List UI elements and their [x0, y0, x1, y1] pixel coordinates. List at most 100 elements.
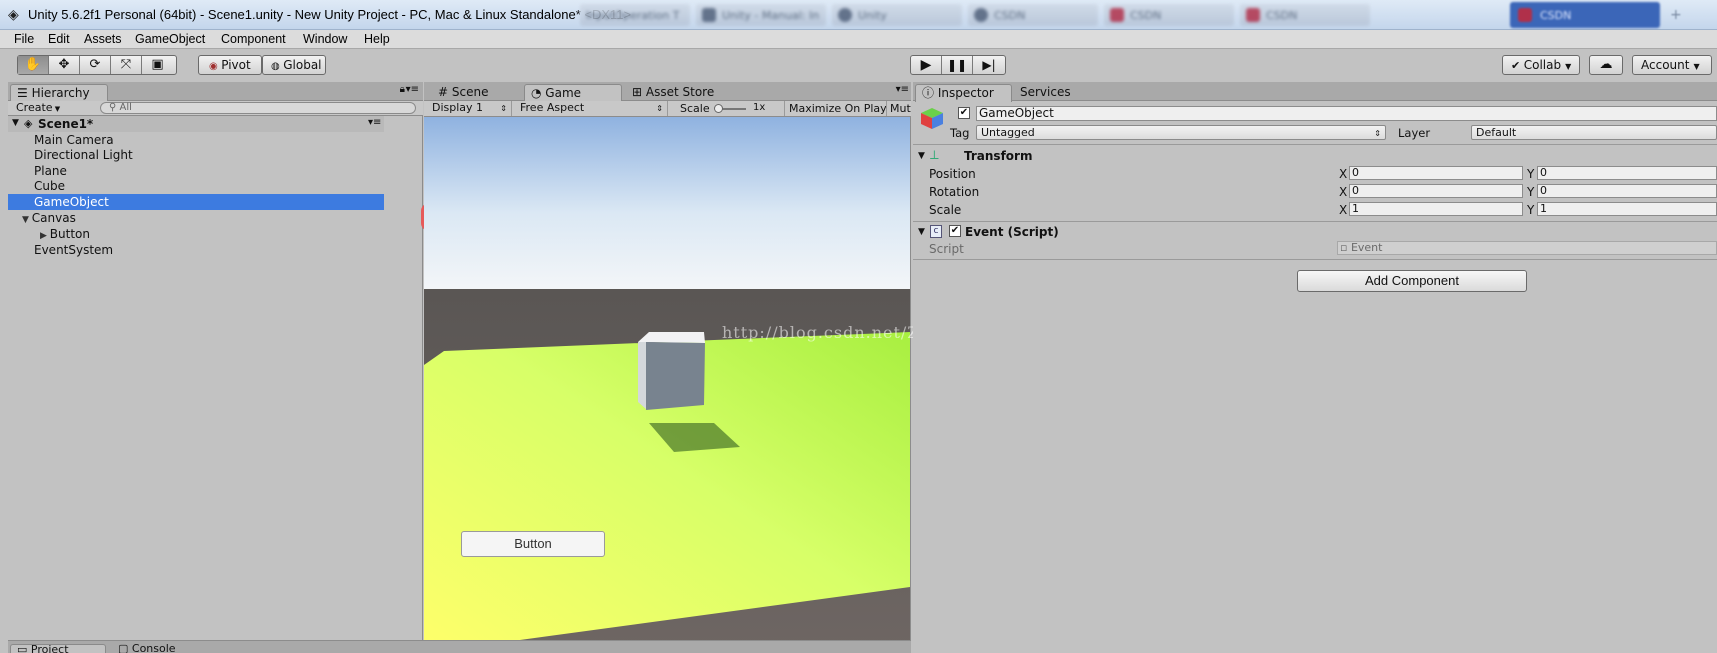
aspect-dropdown[interactable]: Free Aspect ⇕ — [516, 101, 668, 116]
browser-tab[interactable]: InputOperation T — [580, 4, 690, 26]
rotation-y-field[interactable]: 0 — [1537, 184, 1717, 198]
hierarchy-item[interactable]: Plane — [8, 163, 384, 179]
new-tab-icon[interactable]: + — [1670, 7, 1682, 23]
object-name-field[interactable]: GameObject — [976, 106, 1717, 121]
menu-file[interactable]: File — [14, 32, 34, 46]
hierarchy-item[interactable]: ▼ Canvas — [8, 210, 384, 226]
axis-y-label: Y — [1527, 203, 1535, 217]
scale-x-field[interactable]: 1 — [1349, 202, 1523, 216]
playback-controls: ▶ ❚❚ ▶| — [910, 55, 1006, 75]
tab-scene[interactable]: # Scene — [432, 84, 522, 102]
position-y-field[interactable]: 0 — [1537, 166, 1717, 180]
menu-component[interactable]: Component — [221, 32, 286, 46]
browser-tab[interactable]: CSDN — [968, 4, 1098, 26]
expand-down-icon[interactable]: ▼ — [12, 118, 19, 128]
tag-dropdown[interactable]: Untagged ⇕ — [976, 125, 1386, 140]
chevron-updown-icon: ⇕ — [1374, 129, 1381, 138]
ui-button[interactable]: Button — [461, 531, 605, 557]
rotation-label: Rotation — [929, 185, 980, 199]
panel-menu-icon[interactable]: ▾≡ — [406, 84, 419, 95]
hierarchy-item[interactable]: Cube — [8, 178, 384, 194]
tab-asset-store[interactable]: ⊞ Asset Store — [626, 84, 746, 102]
tab-inspector[interactable]: ⓘ Inspector — [915, 84, 1012, 102]
cube-front — [646, 342, 705, 410]
rect-tool-icon[interactable]: ▣ — [142, 56, 173, 74]
maximize-on-play-toggle[interactable]: Maximize On Play — [789, 102, 887, 115]
pivot-toggle[interactable]: ◉ Pivot — [198, 55, 262, 75]
browser-tab[interactable]: Unity — [832, 4, 962, 26]
tab-favicon-icon — [1518, 8, 1532, 22]
transform-axes-icon: ⟂ — [930, 148, 939, 163]
game-tab-row: # Scene ◔ Game ⊞ Asset Store ▾≡ — [424, 82, 911, 102]
collab-dropdown[interactable]: ✔ Collab ▼ — [1502, 55, 1580, 75]
position-label: Position — [929, 167, 976, 181]
axis-x-label: X — [1339, 167, 1348, 181]
layer-dropdown[interactable]: Default — [1471, 125, 1717, 140]
scale-tool-icon[interactable]: ⤧ — [111, 56, 142, 74]
expand-down-icon[interactable]: ▼ — [918, 227, 925, 237]
scene-header[interactable]: ▼ ◈ Scene1* ▾≡ — [8, 116, 384, 132]
game-render — [424, 117, 910, 653]
menu-assets[interactable]: Assets — [84, 32, 122, 46]
position-x-field[interactable]: 0 — [1349, 166, 1523, 180]
display-dropdown[interactable]: Display 1 ⇕ — [428, 101, 512, 116]
browser-tab-active[interactable]: CSDN — [1510, 2, 1660, 28]
expand-down-icon[interactable]: ▼ — [918, 151, 925, 161]
info-icon: ⓘ — [922, 86, 938, 100]
active-checkbox[interactable]: ✔ — [958, 107, 970, 119]
play-icon[interactable]: ▶ — [911, 56, 942, 74]
create-dropdown[interactable]: Create ▼ — [12, 101, 72, 115]
hand-tool-icon[interactable]: ✋ — [18, 56, 49, 74]
expand-right-icon[interactable]: ▶ — [40, 231, 50, 241]
tab-favicon-icon — [1110, 8, 1124, 22]
tag-label: Tag — [950, 126, 970, 140]
rotation-x-field[interactable]: 0 — [1349, 184, 1523, 198]
rotate-tool-icon[interactable]: ⟳ — [80, 56, 111, 74]
add-component-button[interactable]: Add Component — [1297, 270, 1527, 292]
hierarchy-item[interactable]: Directional Light — [8, 147, 384, 163]
menu-help[interactable]: Help — [364, 32, 390, 46]
tab-hierarchy[interactable]: ☰ Hierarchy — [10, 84, 108, 102]
divider — [913, 221, 1717, 222]
unity-logo-icon: ◈ — [8, 7, 19, 23]
transform-title: Transform — [964, 149, 1033, 163]
browser-tab[interactable]: CSDN — [1104, 4, 1234, 26]
hierarchy-item[interactable]: EventSystem — [8, 242, 384, 258]
panel-menu-icon[interactable]: ▾≡ — [896, 84, 909, 95]
account-dropdown[interactable]: Account ▼ — [1632, 55, 1712, 75]
title-bar: ◈ Unity 5.6.2f1 Personal (64bit) - Scene… — [0, 0, 1717, 30]
script-reference-field[interactable]: ▫ Event — [1337, 241, 1717, 255]
tab-console[interactable]: ▢ Console — [118, 644, 208, 653]
cloud-button[interactable]: ☁ — [1589, 55, 1623, 75]
global-toggle[interactable]: ◍ Global — [262, 55, 326, 75]
hierarchy-item-selected[interactable]: GameObject — [8, 194, 384, 210]
lock-icon[interactable]: 🔒︎ — [400, 84, 405, 95]
scale-y-field[interactable]: 1 — [1537, 202, 1717, 216]
scale-label: Scale — [680, 102, 710, 115]
menu-window[interactable]: Window — [303, 32, 347, 46]
pause-icon[interactable]: ❚❚ — [942, 56, 973, 74]
hierarchy-item[interactable]: ▶ Button — [8, 226, 384, 242]
tab-project[interactable]: ▭ Project — [10, 644, 106, 653]
scene-grid-icon: # — [438, 85, 452, 99]
scale-slider-thumb[interactable] — [714, 104, 723, 113]
hierarchy-item[interactable]: Main Camera — [8, 132, 384, 148]
hierarchy-search-input[interactable]: ⚲ All — [100, 102, 416, 114]
tab-game[interactable]: ◔ Game — [524, 84, 622, 102]
expand-down-icon[interactable]: ▼ — [22, 215, 32, 225]
step-icon[interactable]: ▶| — [973, 56, 1005, 74]
scale-label: Scale — [929, 203, 962, 217]
collab-check-icon: ✔ — [1511, 59, 1521, 72]
gameobject-cube-icon — [919, 106, 945, 130]
move-tool-icon[interactable]: ✥ — [49, 56, 80, 74]
scene-menu-icon[interactable]: ▾≡ — [368, 117, 381, 128]
browser-tab[interactable]: Unity - Manual: In — [696, 4, 826, 26]
game-viewport[interactable]: Button — [424, 117, 910, 653]
menu-gameobject[interactable]: GameObject — [135, 32, 205, 46]
browser-tab[interactable]: CSDN — [1240, 4, 1370, 26]
game-panel: # Scene ◔ Game ⊞ Asset Store ▾≡ Display … — [424, 82, 911, 653]
mute-audio-toggle[interactable]: Mute — [890, 102, 911, 115]
script-enabled-checkbox[interactable]: ✔ — [949, 225, 961, 237]
tab-services[interactable]: Services — [1014, 84, 1104, 102]
menu-edit[interactable]: Edit — [48, 32, 70, 46]
